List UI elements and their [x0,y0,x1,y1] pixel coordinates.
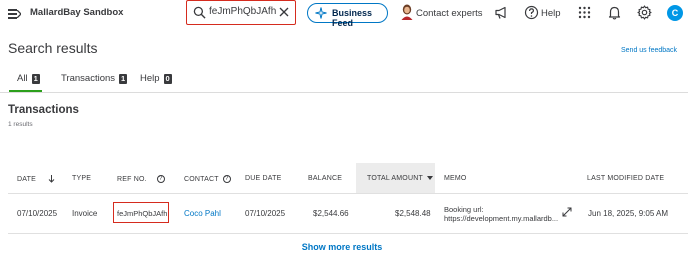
tab-transactions-label: Transactions [61,73,116,84]
menu-icon[interactable] [8,8,21,20]
col-date-label: DATE [17,175,36,183]
contact-experts-label: Contact experts [416,8,483,19]
cell-due-date: 07/10/2025 [245,209,286,218]
cell-ref-no: feJmPhQbJAfh [117,209,168,218]
sparkle-icon [315,7,327,19]
business-feed-button[interactable]: Business Feed [307,3,388,28]
user-avatar[interactable]: C [667,5,683,21]
expand-icon[interactable] [562,207,572,217]
sort-arrow-icon [48,175,55,183]
col-total-amount[interactable]: TOTAL AMOUNT [367,175,433,182]
col-due-date[interactable]: DUE DATE [245,175,281,182]
contact-help-icon[interactable]: ? [222,175,231,183]
transactions-heading: Transactions [8,104,79,116]
cell-date: 07/10/2025 [17,209,58,218]
col-balance[interactable]: BALANCE [308,175,342,182]
ref-help-icon[interactable]: ? [156,175,165,183]
apps-grid-icon[interactable] [577,5,592,20]
col-type[interactable]: TYPE [72,175,91,182]
col-total-amount-label: TOTAL AMOUNT [367,175,423,182]
close-icon[interactable] [278,6,290,18]
col-ref-no-label: REF NO. [117,175,147,183]
search-icon [193,6,206,19]
tab-all[interactable]: All 1 [17,73,40,84]
tab-help[interactable]: Help 0 [140,73,172,84]
sort-down-icon [426,176,433,181]
col-contact-label: CONTACT [184,175,219,183]
gear-icon[interactable] [637,5,652,20]
bell-icon[interactable] [607,5,622,20]
tab-all-label: All [17,73,28,84]
col-memo[interactable]: MEMO [444,175,467,182]
header-divider [8,193,688,194]
tab-transactions[interactable]: Transactions 1 [61,73,128,84]
show-more-button[interactable]: Show more results [0,242,684,252]
business-feed-label: Business Feed [332,8,373,28]
tabs-divider [0,92,688,93]
top-bar: MallardBay Sandbox feJmPhQbJAfh Business… [0,0,688,28]
col-date[interactable]: DATE [17,175,55,183]
search-input[interactable]: feJmPhQbJAfh [186,0,296,25]
cell-total-amount: $2,548.48 [395,209,431,218]
help-label[interactable]: Help [541,8,561,19]
col-ref-no[interactable]: REF NO.? [117,175,165,183]
company-name[interactable]: MallardBay Sandbox [30,7,123,18]
cell-balance: $2,544.66 [313,209,349,218]
search-value: feJmPhQbJAfh [209,6,277,17]
cell-contact-link[interactable]: Coco Pahl [184,209,221,218]
results-count: 1 results [8,121,33,128]
cell-memo-line2: https://development.my.mallardb... [444,214,559,223]
help-icon[interactable] [524,5,539,20]
col-last-modified[interactable]: LAST MODIFIED DATE [587,175,664,182]
results-tabs: All 1 Transactions 1 Help 0 [0,70,688,93]
page-title: Search results [8,40,98,56]
send-feedback-link[interactable]: Send us feedback [621,47,677,54]
megaphone-icon[interactable] [494,5,509,20]
cell-last-modified: Jun 18, 2025, 9:05 AM [588,209,669,218]
cell-type: Invoice [72,209,98,218]
expert-avatar-icon [401,4,413,20]
tab-help-count: 0 [163,74,172,84]
cell-memo-line1: Booking url: [444,205,484,214]
tab-help-label: Help [140,73,160,84]
col-contact[interactable]: CONTACT? [184,175,231,183]
tab-all-count: 1 [31,74,40,84]
row-divider [8,233,688,234]
tab-transactions-count: 1 [119,74,128,84]
